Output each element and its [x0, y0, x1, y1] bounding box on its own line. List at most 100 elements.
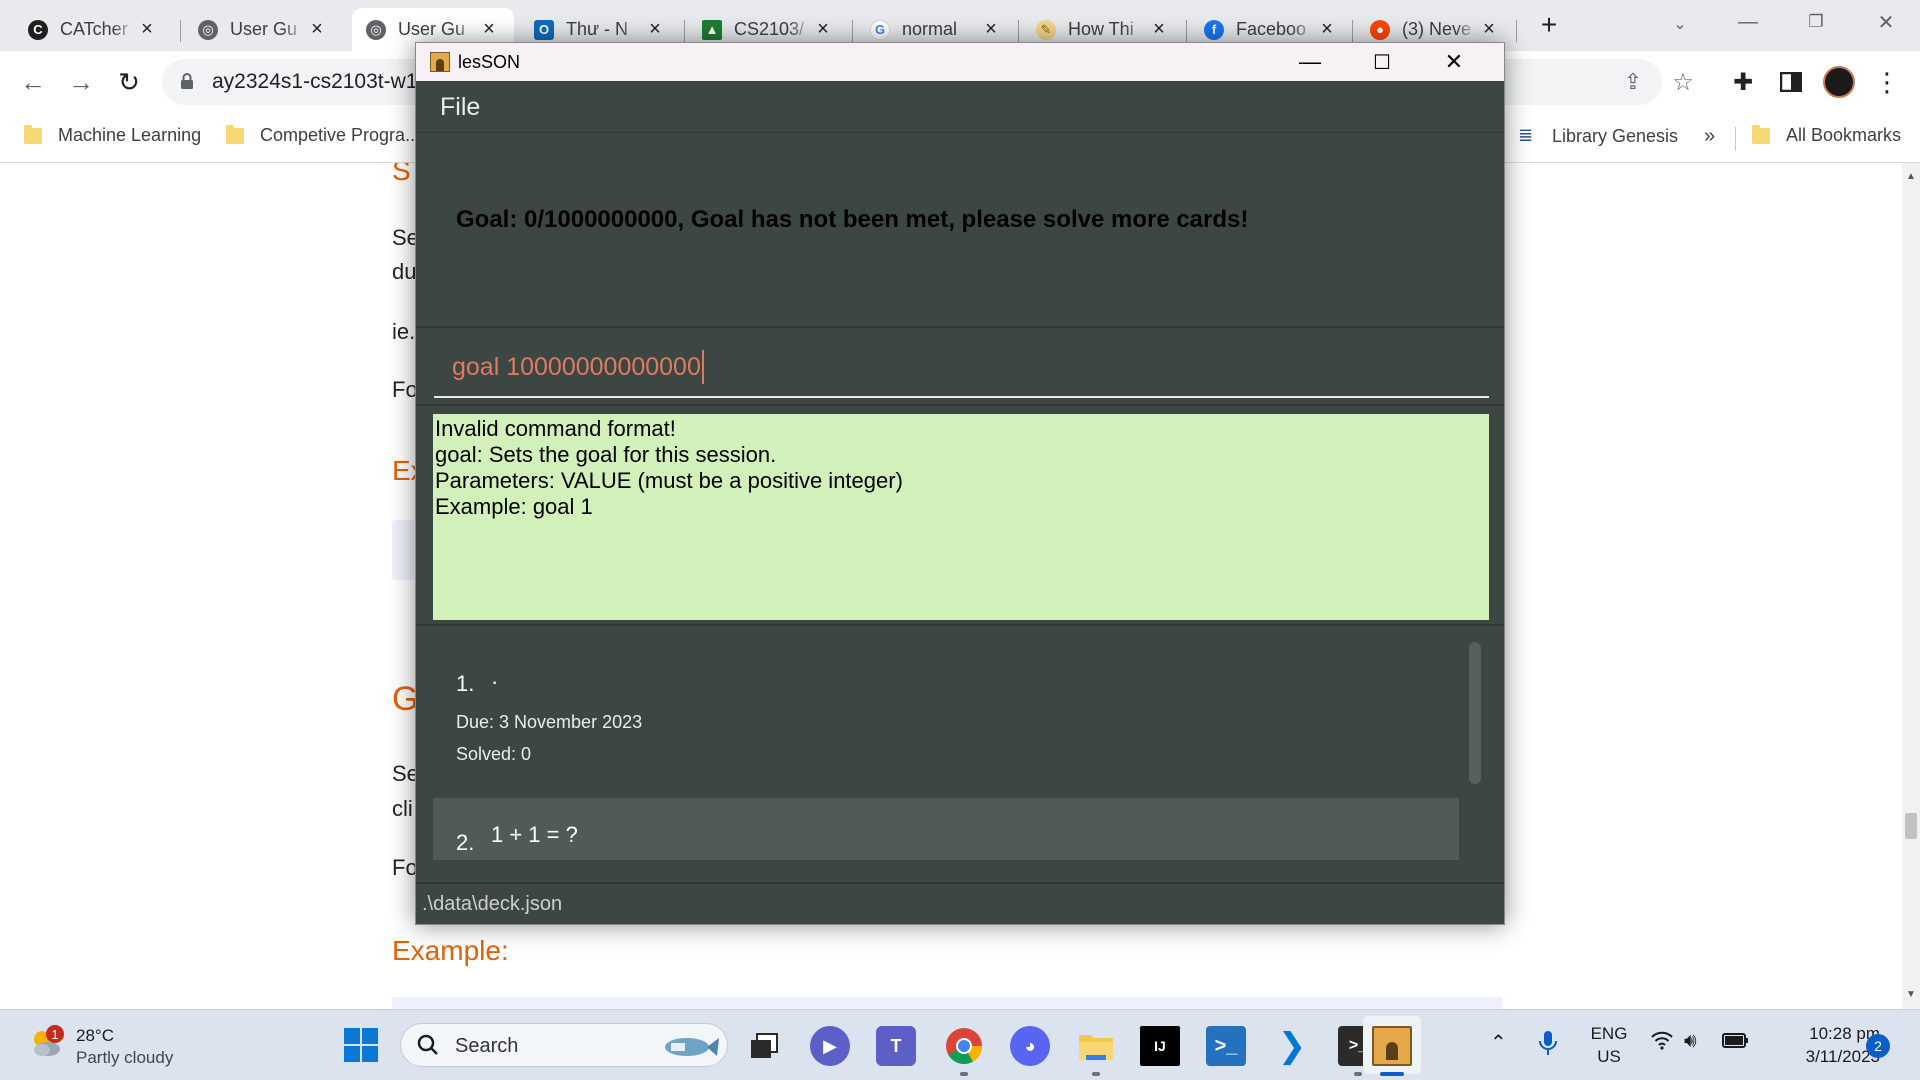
weather-badge: 1 [46, 1025, 64, 1043]
taskbar-search[interactable]: Search [400, 1023, 728, 1067]
card-solved-count: Solved: 0 [456, 744, 532, 764]
result-line: Invalid command format! [435, 416, 676, 441]
card-index: 1. [456, 671, 475, 696]
library-genesis-icon: ≣ [1518, 125, 1534, 145]
page-text-fragment: ie. [392, 319, 416, 344]
bookmarks-overflow-button[interactable]: » [1704, 125, 1715, 148]
more-menu-icon[interactable]: ⋮ [1868, 63, 1906, 101]
bookmark-library-genesis[interactable]: ≣ Library Genesis [1518, 125, 1678, 147]
url-text: ay2324s1-cs2103t-w1 [212, 70, 418, 93]
globe-icon: ◎ [366, 19, 386, 40]
clock-date: 3/11/2023 [1805, 1047, 1880, 1066]
bookmark-machine-learning[interactable]: Machine Learning [24, 124, 201, 146]
discord-icon[interactable]: ◕ [1010, 1026, 1050, 1066]
result-display: Invalid command format! goal: Sets the g… [433, 414, 1489, 620]
share-icon[interactable]: ⇪ [1614, 63, 1652, 101]
app-minimize-button[interactable]: — [1274, 43, 1346, 81]
browser-minimize-button[interactable]: — [1728, 8, 1768, 36]
teams-icon[interactable]: T [876, 1026, 916, 1066]
tab-search-icon[interactable]: ⌄ [1660, 10, 1700, 38]
clock-time: 10:28 pm [1809, 1024, 1880, 1043]
volume-icon[interactable]: 🔊︎ [1684, 1030, 1697, 1053]
card-index: 2. [456, 830, 475, 855]
bookmark-all-bookmarks[interactable]: All Bookmarks [1752, 124, 1901, 146]
back-icon[interactable]: ← [14, 63, 52, 101]
tab-user-guide[interactable]: ◎ User Gu × [184, 8, 342, 51]
card-list-item[interactable]: 2. 1 + 1 = ? [433, 798, 1459, 860]
vscode-icon[interactable]: ❯ [1272, 1026, 1312, 1066]
close-icon[interactable]: × [980, 18, 1002, 41]
chrome-icon[interactable] [944, 1026, 984, 1066]
card-question: · [491, 669, 499, 694]
app-close-button[interactable]: ✕ [1418, 43, 1490, 81]
app-title-bar[interactable]: lesSON — ☐ ✕ [416, 43, 1504, 81]
catcher-icon: C [28, 19, 48, 40]
page-text-fragment: Fo [392, 377, 418, 402]
code-block [392, 997, 1502, 1009]
weather-widget[interactable]: 1 28°C Partly cloudy [24, 1020, 204, 1072]
system-clock[interactable]: 10:28 pm 3/11/2023 [1770, 1022, 1880, 1068]
result-pane: Invalid command format! goal: Sets the g… [416, 408, 1504, 626]
card-due-date: Due: 3 November 2023 [456, 712, 643, 732]
show-hidden-icons-icon[interactable]: ⌃ [1490, 1030, 1507, 1055]
zoom-icon[interactable]: ▶ [810, 1026, 850, 1066]
start-button[interactable] [344, 1028, 378, 1062]
lesson-app-window: lesSON — ☐ ✕ File Goal: 0/1000000000, Go… [415, 42, 1505, 925]
input-language[interactable]: ENG US [1584, 1022, 1634, 1068]
close-icon[interactable]: × [306, 18, 328, 41]
intellij-icon[interactable]: IJ [1140, 1026, 1180, 1066]
outlook-icon: O [534, 19, 554, 40]
active-app-indicator [1380, 1072, 1404, 1076]
powershell-icon[interactable]: >_ [1206, 1026, 1246, 1066]
browser-close-button[interactable]: ✕ [1866, 8, 1906, 36]
tab-catcher[interactable]: C CATcher × [14, 8, 172, 51]
menu-file[interactable]: File [440, 93, 480, 122]
forward-icon[interactable]: → [62, 63, 100, 101]
goal-message: Goal: 0/1000000000, Goal has not been me… [456, 206, 1249, 233]
close-icon[interactable]: × [1148, 18, 1170, 41]
folder-icon [24, 124, 42, 144]
close-icon[interactable]: × [812, 18, 834, 41]
page-text-fragment: Fo [392, 855, 418, 880]
command-input-text: goal 10000000000000 [452, 353, 701, 381]
app-title: lesSON [458, 51, 521, 72]
close-icon[interactable]: × [136, 18, 158, 41]
page-scrollbar-thumb[interactable] [1905, 813, 1917, 839]
wifi-icon[interactable] [1650, 1030, 1674, 1056]
close-icon[interactable]: × [1478, 18, 1500, 41]
close-icon[interactable]: × [478, 18, 500, 41]
bookmark-competive-progra[interactable]: Competive Progra... [226, 124, 420, 146]
notification-badge[interactable]: 2 [1866, 1034, 1890, 1058]
task-view-icon[interactable] [744, 1026, 784, 1066]
card-list-item[interactable]: 1. · Due: 3 November 2023 Solved: 0 [433, 640, 1459, 798]
new-tab-button[interactable]: + [1530, 6, 1568, 44]
folder-icon [1752, 124, 1770, 144]
windows-taskbar: 1 28°C Partly cloudy Search ▶ T ◕ IJ >_ … [0, 1009, 1920, 1080]
close-icon[interactable]: × [1316, 18, 1338, 41]
close-icon[interactable]: × [644, 18, 666, 41]
weather-temperature: 28°C [76, 1026, 114, 1045]
weather-condition: Partly cloudy [76, 1048, 174, 1067]
side-panel-icon[interactable] [1772, 63, 1810, 101]
result-line: Example: goal 1 [435, 494, 593, 519]
browser-restore-button[interactable]: ❐ [1796, 8, 1836, 36]
page-text-fragment: cli [392, 796, 413, 821]
result-line: goal: Sets the goal for this session. [435, 442, 777, 467]
lesson-app-icon[interactable] [1372, 1026, 1412, 1066]
bookmark-star-icon[interactable]: ☆ [1664, 63, 1702, 101]
profile-avatar[interactable] [1820, 63, 1858, 101]
reload-icon[interactable]: ↻ [110, 63, 148, 101]
card-list-scrollbar[interactable] [1469, 642, 1481, 784]
page-scrollbar[interactable]: ▲ ▼ [1902, 163, 1920, 1009]
google-icon: G [870, 19, 890, 40]
result-line: Parameters: VALUE (must be a positive in… [435, 468, 903, 493]
card-list-pane: 1. · Due: 3 November 2023 Solved: 0 2. 1… [416, 628, 1504, 884]
battery-icon[interactable] [1722, 1030, 1750, 1056]
app-maximize-button[interactable]: ☐ [1346, 43, 1418, 81]
file-explorer-icon[interactable] [1076, 1026, 1116, 1066]
folder-icon [226, 124, 244, 144]
extensions-icon[interactable]: ✚ [1724, 63, 1762, 101]
lock-icon [181, 73, 193, 89]
microphone-icon[interactable] [1538, 1030, 1558, 1062]
command-input[interactable]: goal 10000000000000 [434, 340, 1489, 398]
